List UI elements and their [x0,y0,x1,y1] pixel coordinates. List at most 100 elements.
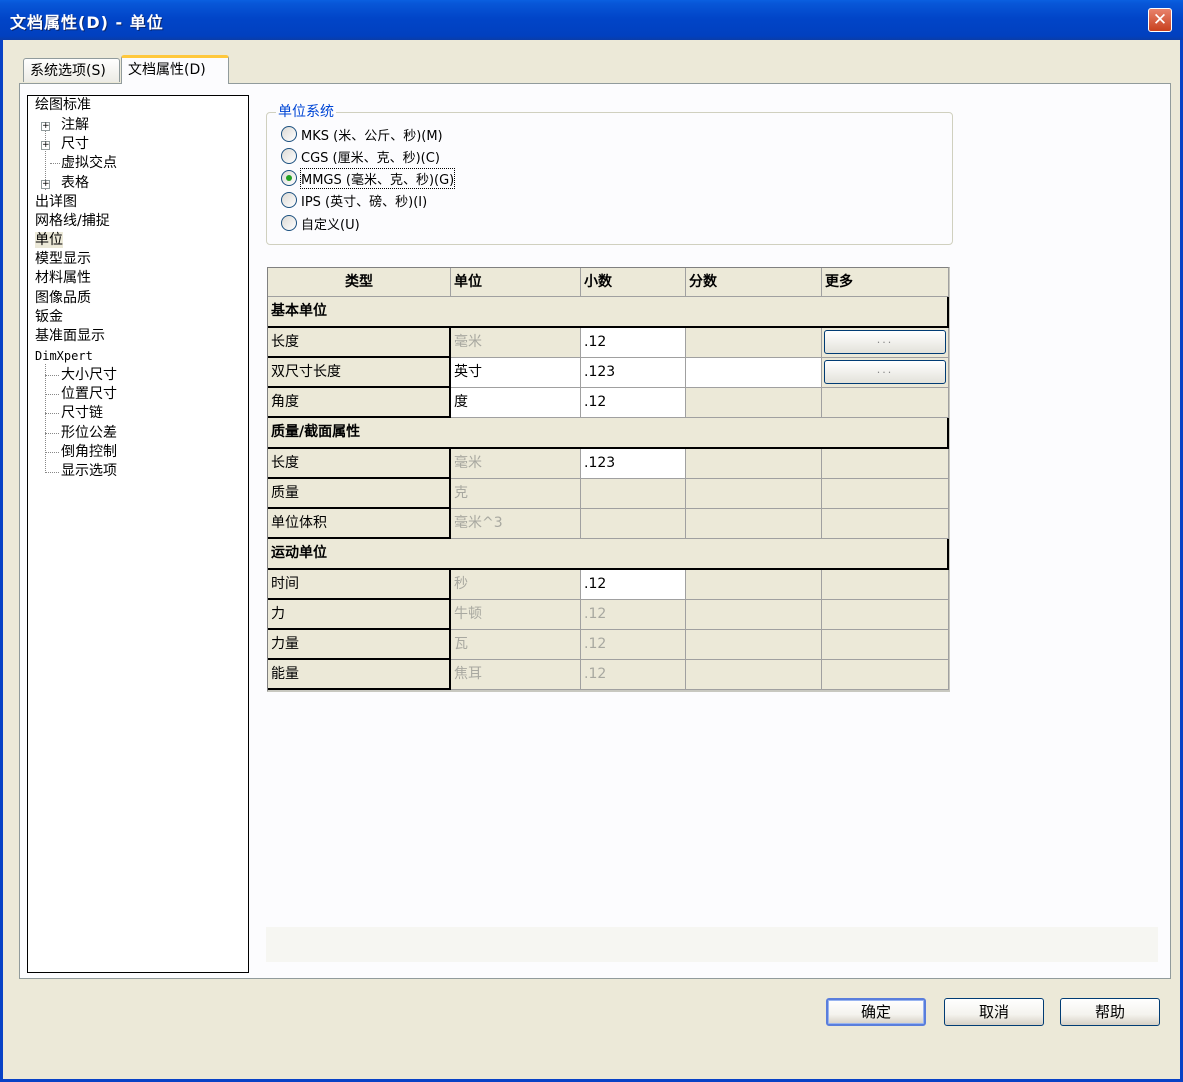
table-row-decimal [581,509,686,539]
radio-mmgs[interactable]: MMGS (毫米、克、秒)(G) [281,167,456,189]
table-row-more [822,388,949,418]
tab-document-properties[interactable]: 文档属性(D) [121,55,229,84]
table-row-fraction [686,388,822,418]
tree-item-geometric-tolerance[interactable]: 形位公差 [61,424,117,442]
table-row-type: 长度 [268,449,451,479]
tree-connector [45,413,59,414]
tree-connector [50,163,60,164]
table-row-fraction[interactable] [686,358,822,388]
tree-item-chain-dimension[interactable]: 尺寸链 [61,404,103,422]
table-row-more [822,600,949,630]
table-row-more [822,509,949,539]
table-row-unit[interactable]: 毫米^3 [451,509,581,539]
column-header-fractions[interactable]: 分数 [686,268,822,297]
table-row-unit[interactable]: 焦耳 [451,660,581,690]
table-row-type: 时间 [268,570,451,600]
tree-item-material-properties[interactable]: 材料属性 [35,269,91,287]
section-basic-units: 基本单位 [268,297,949,328]
tree-item-drafting-standard[interactable]: 绘图标准 [35,96,91,114]
tree-item-size-dimension[interactable]: 大小尺寸 [61,366,117,384]
tree-item-sheet-metal[interactable]: 钣金 [35,308,63,326]
table-row-type: 能量 [268,660,451,690]
tree-item-units[interactable]: 单位 [35,231,63,249]
tree-connector [45,364,46,473]
table-row-unit[interactable]: 秒 [451,570,581,600]
table-row-type: 单位体积 [268,509,451,539]
radio-ips[interactable]: IPS (英寸、磅、秒)(I) [281,190,427,210]
radio-checked-icon[interactable] [281,170,297,186]
unit-system-title: 单位系统 [276,103,336,121]
table-row-decimal[interactable]: .12 [581,328,686,358]
tree-connector [45,433,59,434]
table-row-fraction [686,660,822,690]
table-row-unit[interactable]: 克 [451,479,581,509]
more-button[interactable]: ... [824,330,946,354]
radio-mks[interactable]: MKS (米、公斤、秒)(M) [281,124,443,144]
expand-icon[interactable]: + [41,141,50,150]
radio-cgs[interactable]: CGS (厘米、克、秒)(C) [281,146,440,166]
tree-item-virtual-sharps[interactable]: 虚拟交点 [61,154,117,172]
column-header-type[interactable]: 类型 [268,268,451,297]
table-row-decimal [581,479,686,509]
table-row-unit[interactable]: 毫米 [451,449,581,479]
tree-item-location-dimension[interactable]: 位置尺寸 [61,385,117,403]
table-row-more [822,449,949,479]
radio-icon[interactable] [281,126,297,142]
description-area [266,927,1158,962]
table-row-fraction [686,630,822,660]
table-row-decimal: .12 [581,600,686,630]
tree-item-tables[interactable]: 表格 [61,174,89,192]
table-row-unit[interactable]: 毫米 [451,328,581,358]
tree-connector [45,375,59,376]
table-row-unit[interactable]: 牛顿 [451,600,581,630]
column-header-decimals[interactable]: 小数 [581,268,686,297]
help-button[interactable]: 帮助 [1060,998,1160,1026]
tree-item-dimxpert[interactable]: DimXpert [35,347,93,365]
radio-custom[interactable]: 自定义(U) [281,213,360,233]
tab-system-options[interactable]: 系统选项(S) [23,58,120,82]
table-row-type: 质量 [268,479,451,509]
table-row-unit[interactable]: 度 [451,388,581,418]
table-row-decimal[interactable]: .12 [581,570,686,600]
column-header-more[interactable]: 更多 [822,268,949,297]
table-row-decimal[interactable]: .123 [581,449,686,479]
column-header-unit[interactable]: 单位 [451,268,581,297]
table-row-unit[interactable]: 英寸 [451,358,581,388]
expand-icon[interactable]: + [41,180,50,189]
table-row-decimal: .12 [581,660,686,690]
radio-icon[interactable] [281,215,297,231]
table-row-fraction[interactable] [686,328,822,358]
tree-connector [45,394,59,395]
table-row-decimal[interactable]: .12 [581,388,686,418]
table-row-more [822,660,949,690]
tree-item-image-quality[interactable]: 图像品质 [35,289,91,307]
tree-item-detailing[interactable]: 出详图 [35,193,77,211]
table-row-type: 角度 [268,388,451,418]
more-button[interactable]: ... [824,360,946,384]
tree-item-display-options[interactable]: 显示选项 [61,462,117,480]
table-row-decimal[interactable]: .123 [581,358,686,388]
tab-label: 文档属性(D) [128,62,206,78]
section-mass-properties: 质量/截面属性 [268,418,949,449]
tree-item-grid-snap[interactable]: 网格线/捕捉 [35,212,110,230]
table-row-fraction [686,509,822,539]
radio-icon[interactable] [281,148,297,164]
table-row-more [822,570,949,600]
ok-button[interactable]: 确定 [826,998,926,1026]
tree-item-annotations[interactable]: 注解 [61,116,89,134]
table-row-unit[interactable]: 瓦 [451,630,581,660]
close-button[interactable]: ✕ [1148,8,1172,32]
tree-connector [45,472,59,473]
tree-item-plane-display[interactable]: 基准面显示 [35,327,105,345]
tree-item-dimensions[interactable]: 尺寸 [61,135,89,153]
section-motion-units: 运动单位 [268,539,949,570]
radio-icon[interactable] [281,192,297,208]
tree-item-model-display[interactable]: 模型显示 [35,250,91,268]
title-bar[interactable]: 文档属性(D) - 单位 ✕ [0,0,1183,40]
expand-icon[interactable]: + [41,122,50,131]
tree-item-chamfer-controls[interactable]: 倒角控制 [61,443,117,461]
table-row-type: 双尺寸长度 [268,358,451,388]
options-tree[interactable]: 绘图标准 + 注解 + 尺寸 虚拟交点 + 表格 出详图 网格线/捕捉 单位 模… [27,95,249,973]
tree-connector [45,452,59,453]
cancel-button[interactable]: 取消 [944,998,1044,1026]
